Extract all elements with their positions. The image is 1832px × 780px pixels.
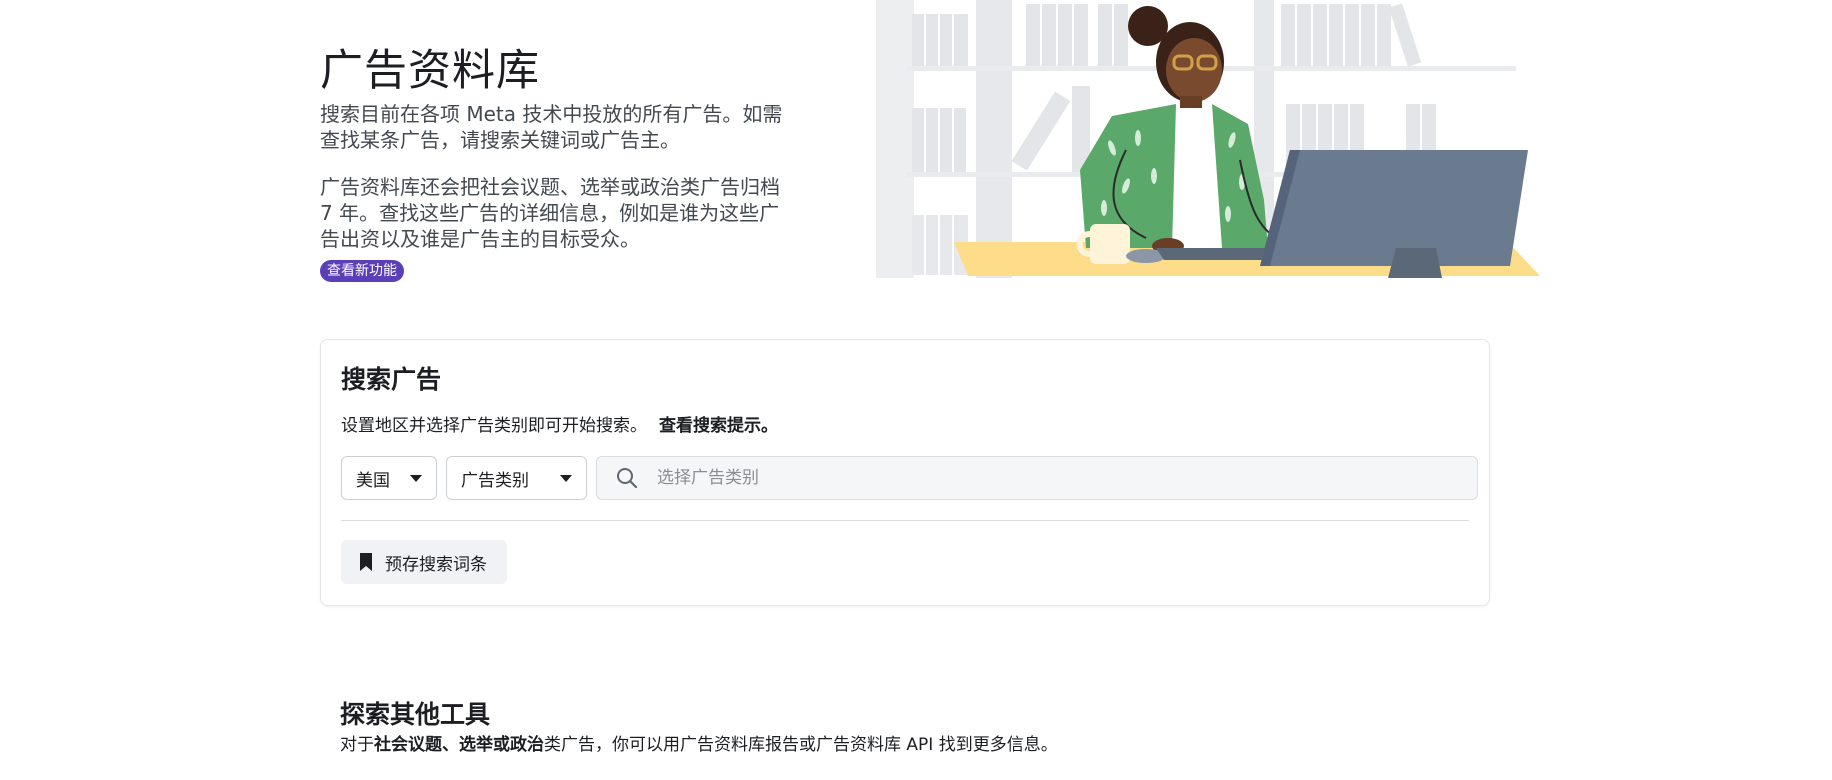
page-title: 广告资料库 — [320, 46, 540, 96]
search-box[interactable] — [596, 456, 1478, 500]
new-features-badge[interactable]: 查看新功能 — [320, 260, 404, 282]
hero-description: 搜索目前在各项 Meta 技术中投放的所有广告。如需查找某条广告，请搜索关键词或… — [320, 102, 783, 152]
bookmark-icon — [359, 552, 373, 572]
caret-down-icon — [410, 474, 422, 482]
hero-archive-description: 广告资料库还会把社会议题、选举或政治类广告归档 7 年。查找这些广告的详细信息，… — [320, 175, 780, 251]
explore-tools-title: 探索其他工具 — [340, 700, 491, 729]
explore-desc-suffix: 类广告，你可以用广告资料库报告或广告资料库 API 找到更多信息。 — [544, 735, 1058, 755]
country-dropdown-label: 美国 — [356, 470, 390, 491]
search-ads-card: 搜索广告 设置地区并选择广告类别即可开始搜索。查看搜索提示。 美国 广告类别 预… — [320, 339, 1490, 606]
hero-illustration — [876, 0, 1540, 278]
explore-tools-description: 对于社会议题、选举或政治类广告，你可以用广告资料库报告或广告资料库 API 找到… — [340, 730, 1058, 755]
saved-searches-button[interactable]: 预存搜索词条 — [341, 540, 507, 584]
search-input[interactable] — [655, 467, 1439, 489]
divider — [341, 520, 1469, 521]
caret-down-icon — [560, 474, 572, 482]
ad-category-dropdown[interactable]: 广告类别 — [446, 456, 587, 500]
country-dropdown[interactable]: 美国 — [341, 456, 437, 500]
explore-desc-bold: 社会议题、选举或政治 — [374, 735, 544, 755]
search-hint-text: 设置地区并选择广告类别即可开始搜索。 — [341, 416, 647, 436]
ad-category-dropdown-label: 广告类别 — [461, 470, 529, 491]
search-icon — [615, 466, 639, 490]
search-ads-title: 搜索广告 — [341, 365, 442, 394]
search-tips-link[interactable]: 查看搜索提示。 — [659, 416, 778, 436]
saved-searches-label: 预存搜索词条 — [385, 554, 487, 575]
search-hint: 设置地区并选择广告类别即可开始搜索。 查看搜索提示。 — [341, 411, 778, 436]
explore-desc-prefix: 对于 — [340, 735, 374, 755]
